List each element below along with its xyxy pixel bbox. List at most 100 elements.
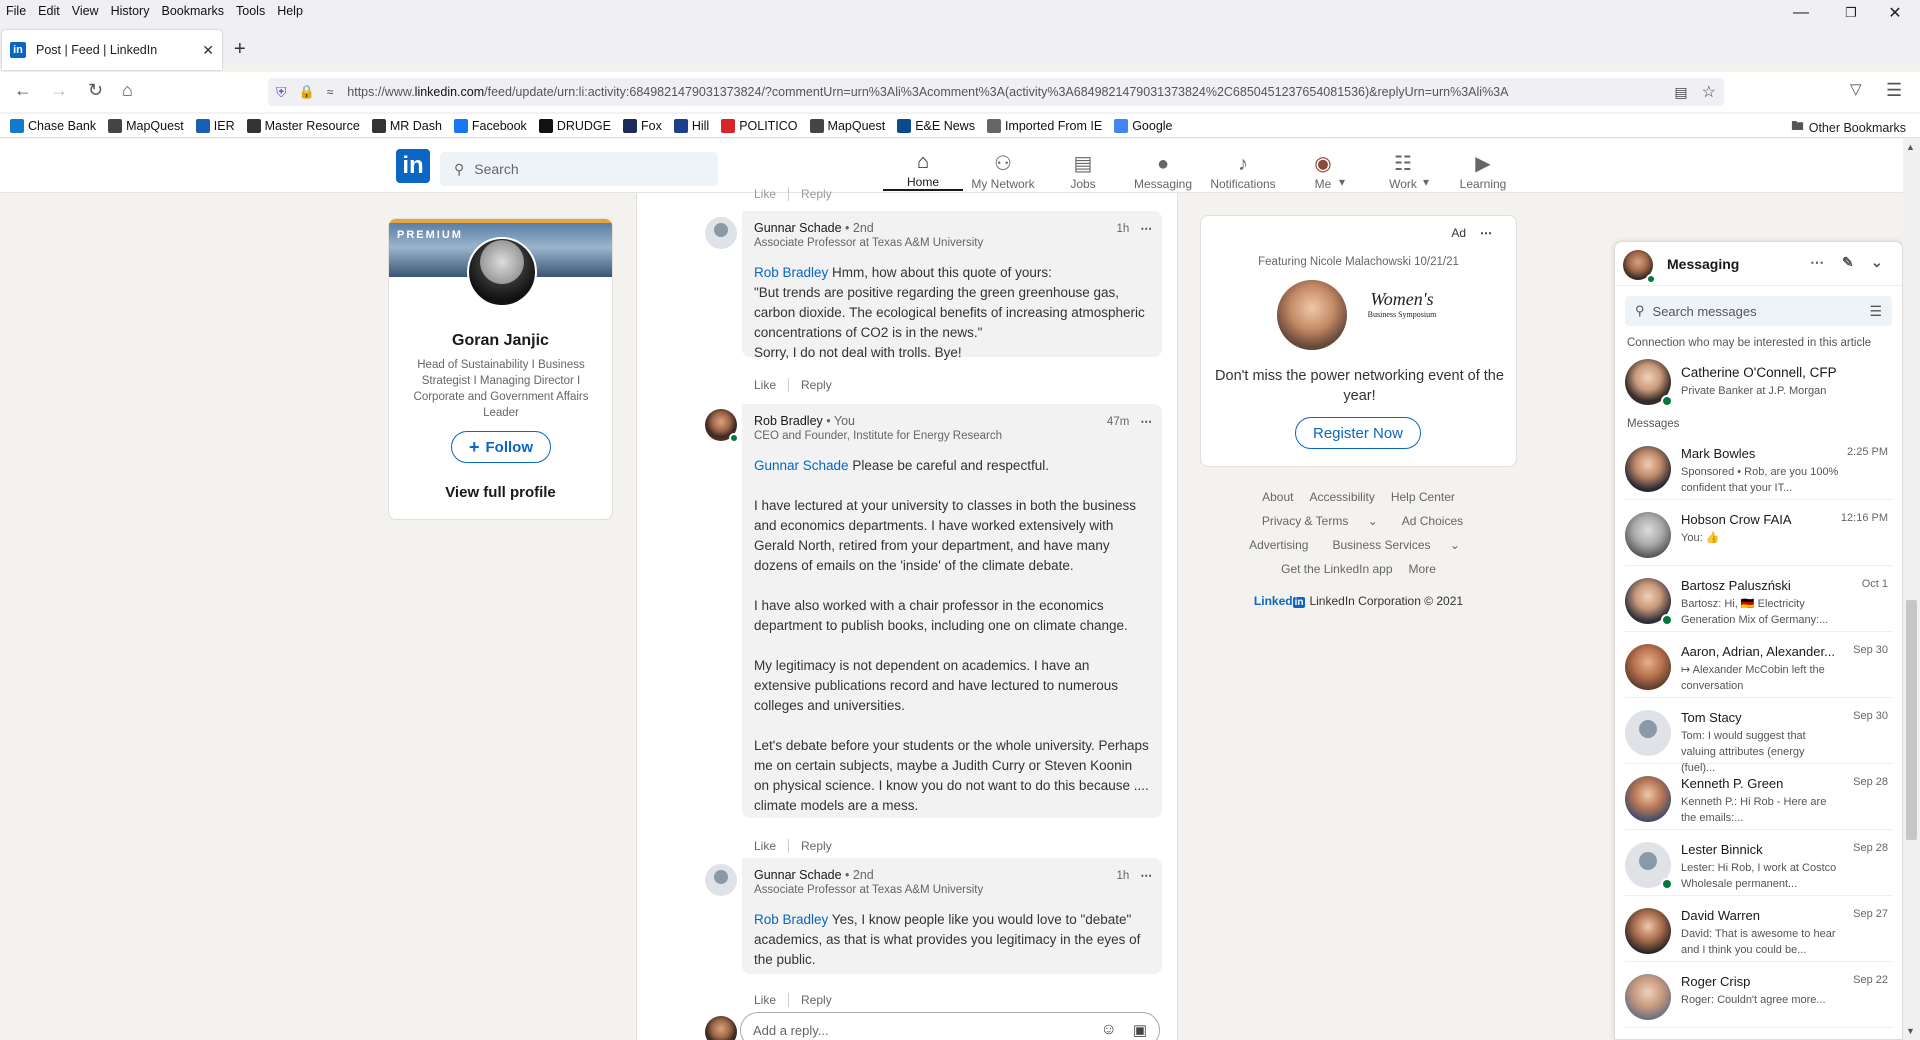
more-options-icon[interactable]: ⋯ (1141, 416, 1153, 428)
comment-author-line[interactable]: Gunnar Schade • 2nd (754, 868, 1150, 882)
reply-button[interactable]: Reply (801, 187, 832, 201)
linkedin-logo-icon[interactable]: in (396, 149, 430, 183)
forward-icon[interactable]: → (50, 80, 68, 101)
message-thread[interactable]: David Warren Sep 27 David: That is awesome… (1625, 896, 1892, 962)
nav-learning[interactable]: ▶ Learning (1443, 145, 1523, 191)
comment-author[interactable]: Rob Bradley (754, 414, 823, 428)
profile-name[interactable]: Goran Janjic (389, 332, 612, 350)
image-icon[interactable]: ▣ (1133, 1021, 1147, 1039)
register-now-button[interactable]: Register Now (1295, 417, 1421, 449)
more-options-icon[interactable]: ⋯ (1141, 870, 1153, 882)
reply-button[interactable]: Reply (801, 378, 832, 392)
message-thread[interactable]: Kenneth P. Green Sep 28 Kenneth P.: Hi Rob… (1625, 764, 1892, 830)
comment-author-line[interactable]: Rob Bradley • You (754, 414, 1150, 428)
message-thread[interactable]: Bartosz Paluszński Oct 1 Bartosz: Hi, 🇩🇪 E… (1625, 566, 1892, 632)
mention-link[interactable]: Gunnar Schade (754, 458, 849, 473)
footer-ad-choices-link[interactable]: Ad Choices (1402, 514, 1463, 528)
linkedin-search-input[interactable]: ⚲ Search (440, 152, 718, 186)
bookmark-item[interactable]: Fox (622, 118, 662, 133)
nav-me[interactable]: ◉ Me ▾ (1283, 145, 1363, 191)
reply-input[interactable]: Add a reply... ☺ ▣ (740, 1012, 1160, 1040)
menu-help[interactable]: Help (271, 4, 309, 18)
bookmark-item[interactable]: IER (195, 118, 235, 133)
menu-view[interactable]: View (66, 4, 105, 18)
reply-button[interactable]: Reply (801, 993, 832, 1007)
menu-bookmarks[interactable]: Bookmarks (155, 4, 230, 18)
new-tab-button[interactable]: + (234, 38, 246, 61)
bookmark-item[interactable]: Imported From IE (986, 118, 1102, 133)
app-menu-icon[interactable]: ☰ (1886, 80, 1902, 101)
tab-linkedin[interactable]: in Post | Feed | LinkedIn ✕ (2, 30, 222, 70)
footer-business-services-link[interactable]: Business Services ⌄ (1324, 538, 1467, 552)
bookmark-item[interactable]: Chase Bank (10, 118, 96, 133)
home-browser-icon[interactable]: ⌂ (122, 80, 133, 101)
scroll-up-icon[interactable]: ▲ (1906, 142, 1915, 152)
nav-jobs[interactable]: ▤ Jobs (1043, 145, 1123, 191)
messaging-header[interactable]: Messaging ⋯ ✎ ⌄ (1615, 242, 1902, 286)
like-button[interactable]: Like (754, 187, 776, 201)
like-button[interactable]: Like (754, 839, 776, 853)
scroll-down-icon[interactable]: ▼ (1906, 1026, 1915, 1036)
menu-tools[interactable]: Tools (230, 4, 271, 18)
compose-icon[interactable]: ✎ (1842, 254, 1854, 271)
footer-privacy-link[interactable]: Privacy & Terms ⌄ (1254, 514, 1386, 528)
message-thread[interactable]: Tom Stacy Sep 30 Tom: I would suggest that… (1625, 698, 1892, 774)
reload-icon[interactable]: ↻ (88, 80, 103, 101)
nav-work[interactable]: ☷ Work ▾ (1363, 145, 1443, 191)
mention-link[interactable]: Rob Bradley (754, 912, 828, 927)
mention-link[interactable]: Rob Bradley (754, 265, 828, 280)
url-bar[interactable]: ⛨ 🔒 ≈ https://www.linkedin.com/feed/upda… (268, 78, 1724, 106)
like-button[interactable]: Like (754, 993, 776, 1007)
bookmark-star-icon[interactable]: ☆ (1702, 82, 1716, 102)
message-thread[interactable]: Lester Binnick Sep 28 Lester: Hi Rob, I wo… (1625, 830, 1892, 896)
footer-more-link[interactable]: More (1409, 562, 1436, 576)
menu-history[interactable]: History (105, 4, 156, 18)
bookmark-item[interactable]: Google (1114, 118, 1173, 133)
lock-icon[interactable]: 🔒 (299, 84, 315, 100)
more-options-icon[interactable]: ⋯ (1810, 254, 1824, 271)
nav-home[interactable]: ⌂ Home (883, 145, 963, 191)
like-button[interactable]: Like (754, 378, 776, 392)
avatar[interactable] (467, 237, 537, 307)
message-thread[interactable]: Roger Crisp Sep 22 Roger: Couldn't agree m… (1625, 962, 1892, 1028)
more-options-icon[interactable]: ⋯ (1480, 226, 1492, 240)
comment-author-line[interactable]: Gunnar Schade • 2nd (754, 221, 1150, 235)
bookmark-item[interactable]: Hill (673, 118, 709, 133)
chevron-down-icon[interactable]: ⌄ (1871, 254, 1883, 271)
message-thread[interactable]: Mark Bowles 2:25 PM Sponsored • Rob, are y… (1625, 434, 1892, 500)
suggested-connection[interactable]: Catherine O'Connell, CFP® Private Banker… (1625, 351, 1892, 417)
avatar[interactable] (705, 217, 737, 249)
bookmark-item[interactable]: E&E News (897, 118, 975, 133)
nav-notifications[interactable]: ♪ Notifications (1203, 145, 1283, 191)
footer-about-link[interactable]: About (1262, 490, 1293, 504)
comment-author[interactable]: Gunnar Schade (754, 868, 842, 882)
footer-accessibility-link[interactable]: Accessibility (1309, 490, 1374, 504)
scrollbar-thumb[interactable] (1906, 600, 1917, 840)
message-thread[interactable]: Aaron, Adrian, Alexander... Sep 30 ↦ Alexa… (1625, 632, 1892, 698)
ad-speaker-photo[interactable] (1277, 280, 1347, 350)
footer-advertising-link[interactable]: Advertising (1249, 538, 1308, 552)
footer-help-center-link[interactable]: Help Center (1391, 490, 1455, 504)
bookmark-item[interactable]: MR Dash (371, 118, 442, 133)
page-scrollbar[interactable] (1903, 139, 1920, 1040)
follow-button[interactable]: + Follow (451, 431, 551, 463)
reader-view-icon[interactable]: ▤ (1674, 84, 1687, 101)
shield-icon[interactable]: ⛨ (276, 84, 287, 101)
emoji-icon[interactable]: ☺ (1100, 1021, 1116, 1039)
view-full-profile-link[interactable]: View full profile (389, 484, 612, 501)
message-thread[interactable]: Hobson Crow FAIA 12:16 PM You: 👍 (1625, 500, 1892, 566)
filter-icon[interactable]: ☰ (1869, 303, 1882, 320)
url-text[interactable]: https://www.linkedin.com/feed/update/urn… (347, 85, 1666, 99)
nav-messaging[interactable]: ● Messaging (1123, 145, 1203, 191)
search-messages-input[interactable]: ⚲ Search messages ☰ (1625, 296, 1892, 326)
comment-author[interactable]: Gunnar Schade (754, 221, 842, 235)
back-icon[interactable]: ← (14, 80, 32, 101)
pocket-icon[interactable]: ▽ (1850, 80, 1862, 98)
bookmark-item[interactable]: Master Resource (246, 118, 360, 133)
menu-file[interactable]: File (0, 4, 32, 18)
reply-button[interactable]: Reply (801, 839, 832, 853)
close-tab-icon[interactable]: ✕ (202, 42, 214, 59)
permissions-icon[interactable]: ≈ (327, 85, 334, 99)
bookmark-item[interactable]: MapQuest (108, 118, 184, 133)
bookmark-item[interactable]: MapQuest (809, 118, 885, 133)
